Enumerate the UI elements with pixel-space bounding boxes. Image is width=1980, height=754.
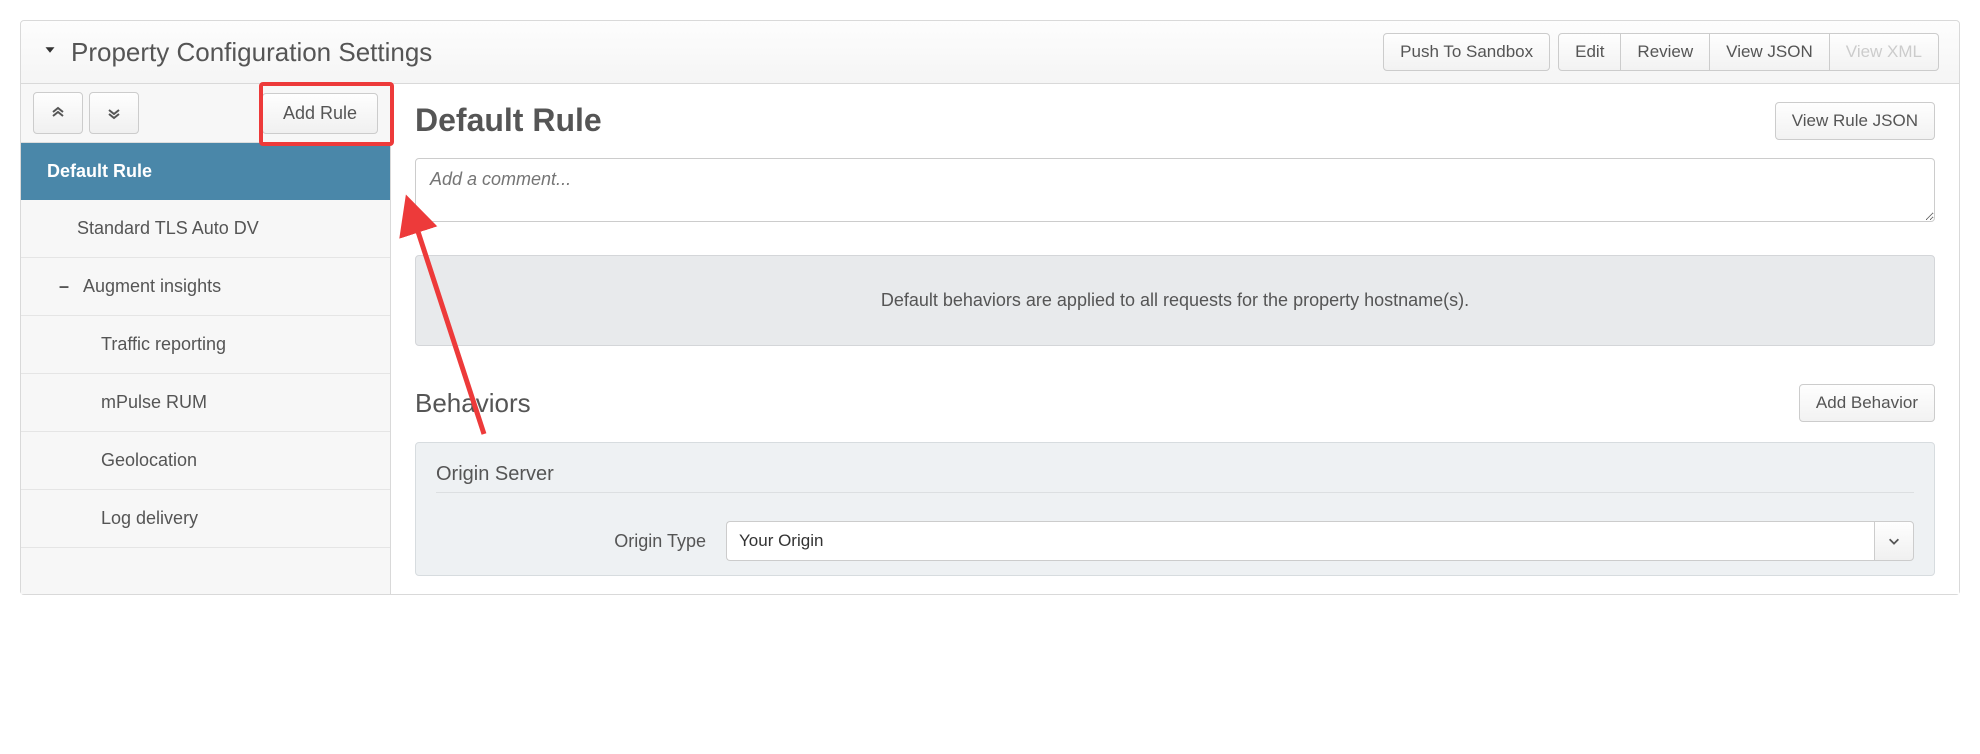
chevrons-down-icon (106, 105, 122, 121)
sidebar-item-log-delivery[interactable]: Log delivery (21, 490, 390, 548)
review-button[interactable]: Review (1620, 33, 1710, 71)
rule-header-row: Default Rule View Rule JSON (415, 102, 1935, 140)
comment-input[interactable] (415, 158, 1935, 222)
sidebar-item-augment-insights[interactable]: –Augment insights (21, 258, 390, 316)
chevron-down-icon[interactable] (1874, 521, 1914, 561)
add-rule-button[interactable]: Add Rule (262, 93, 378, 134)
sidebar-item-default-rule[interactable]: Default Rule (21, 143, 390, 200)
sidebar-item-geolocation[interactable]: Geolocation (21, 432, 390, 490)
view-rule-json-button[interactable]: View Rule JSON (1775, 102, 1935, 140)
sidebar-item-label: Default Rule (47, 161, 152, 182)
info-banner: Default behaviors are applied to all req… (415, 255, 1935, 346)
sidebar-item-label: Geolocation (101, 450, 197, 471)
sidebar-item-label: mPulse RUM (101, 392, 207, 413)
collapse-all-button[interactable] (33, 92, 83, 134)
add-behavior-button[interactable]: Add Behavior (1799, 384, 1935, 422)
panel-header: Property Configuration Settings Push To … (21, 21, 1959, 84)
header-button-group: Edit Review View JSON View XML (1558, 33, 1939, 71)
behavior-card-origin-server: Origin Server Origin Type (415, 442, 1935, 576)
panel-title: Property Configuration Settings (71, 37, 432, 68)
view-json-button[interactable]: View JSON (1709, 33, 1830, 71)
origin-type-select[interactable] (726, 521, 1914, 561)
behavior-card-title: Origin Server (436, 463, 1914, 493)
edit-button[interactable]: Edit (1558, 33, 1621, 71)
origin-type-label: Origin Type (436, 531, 706, 552)
sidebar-item-label: Standard TLS Auto DV (77, 218, 259, 239)
sidebar-toolbar: Add Rule (21, 84, 390, 142)
rule-sidebar: Add Rule Default Rule Standard TLS Auto D… (21, 84, 391, 594)
sidebar-item-label: Log delivery (101, 508, 198, 529)
rule-main: Default Rule View Rule JSON Default beha… (391, 84, 1959, 594)
rule-title: Default Rule (415, 102, 602, 139)
behaviors-header: Behaviors Add Behavior (415, 384, 1935, 422)
behaviors-section-title: Behaviors (415, 388, 531, 419)
form-row-origin-type: Origin Type (436, 517, 1914, 565)
sidebar-item-traffic-reporting[interactable]: Traffic reporting (21, 316, 390, 374)
collapse-toggle-icon[interactable] (41, 41, 59, 64)
expand-toggle-icon[interactable]: – (59, 276, 73, 297)
push-to-sandbox-button[interactable]: Push To Sandbox (1383, 33, 1550, 71)
view-xml-button: View XML (1829, 33, 1939, 71)
header-buttons: Push To Sandbox Edit Review View JSON Vi… (1383, 33, 1939, 71)
sidebar-item-standard-tls-auto-dv[interactable]: Standard TLS Auto DV (21, 200, 390, 258)
panel-body: Add Rule Default Rule Standard TLS Auto D… (21, 84, 1959, 594)
sidebar-item-label: Traffic reporting (101, 334, 226, 355)
origin-type-value[interactable] (726, 521, 1874, 561)
rule-list: Default Rule Standard TLS Auto DV –Augment… (21, 142, 390, 548)
chevrons-up-icon (50, 105, 66, 121)
expand-all-button[interactable] (89, 92, 139, 134)
sidebar-item-mpulse-rum[interactable]: mPulse RUM (21, 374, 390, 432)
sidebar-item-label: Augment insights (83, 276, 221, 297)
config-panel: Property Configuration Settings Push To … (20, 20, 1960, 595)
